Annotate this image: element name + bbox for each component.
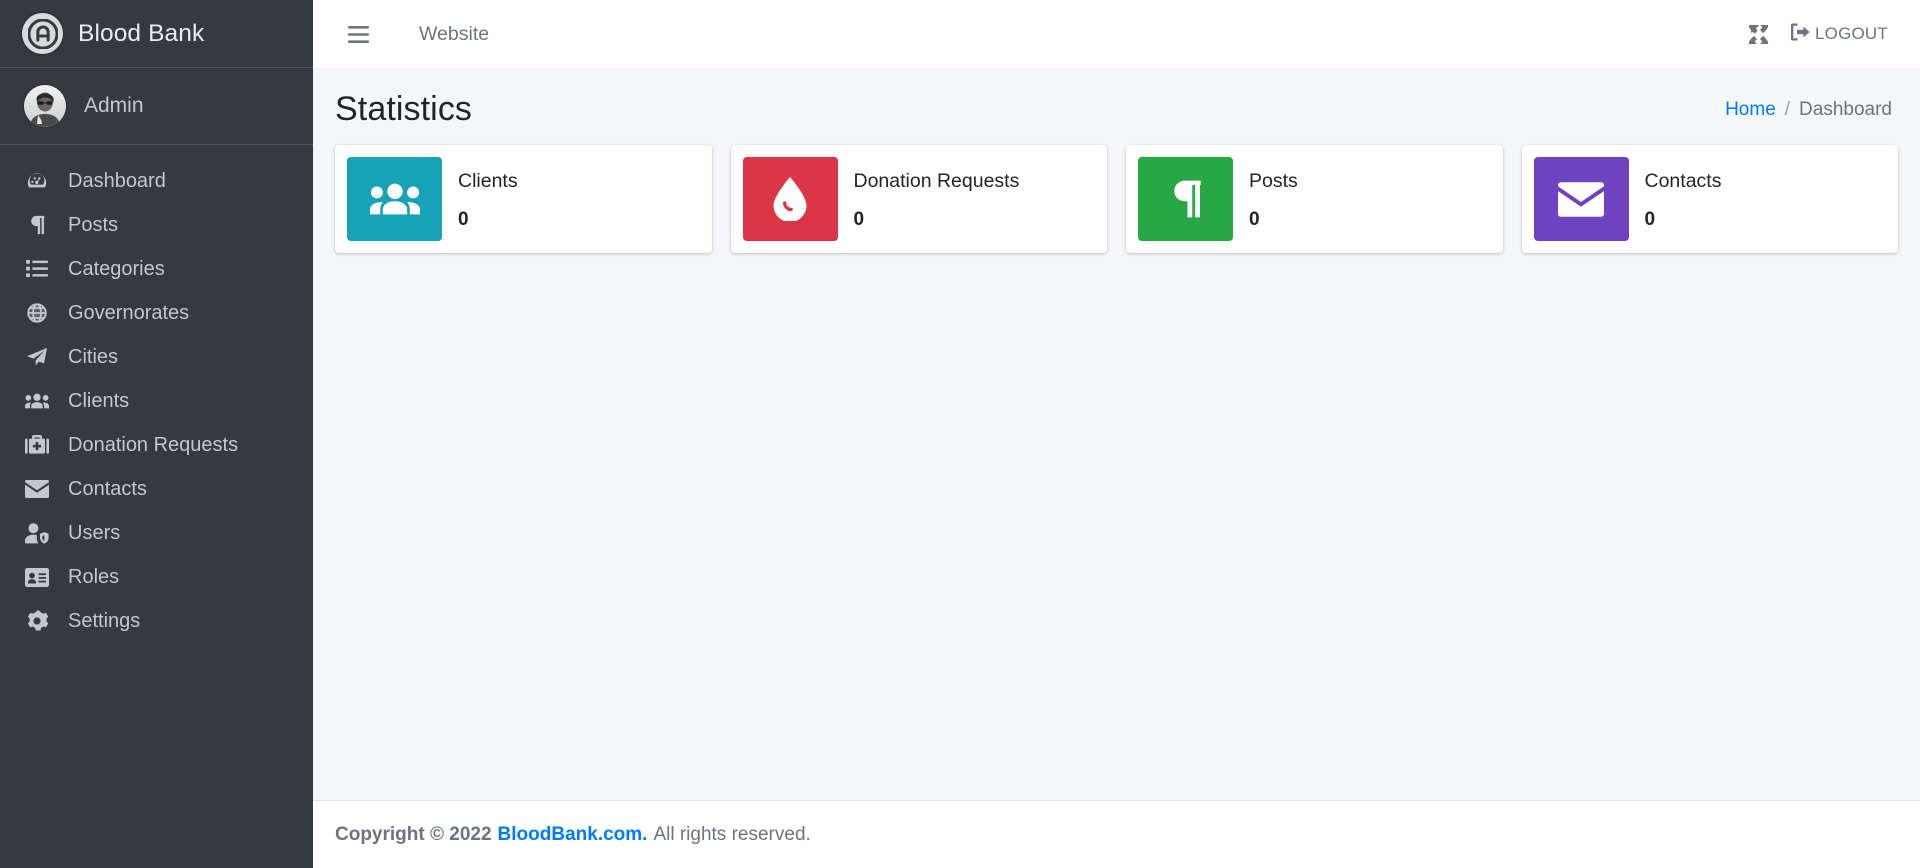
sidebar-item-governorates[interactable]: Governorates: [0, 291, 313, 335]
sidebar-item-label: Roles: [68, 566, 120, 588]
sidebar-item-label: Clients: [68, 390, 130, 412]
breadcrumb-current: Dashboard: [1799, 98, 1892, 120]
gear-icon: [24, 610, 50, 632]
stat-card-contacts[interactable]: Contacts 0: [1521, 145, 1898, 253]
sidebar-item-categories[interactable]: Categories: [0, 247, 313, 291]
pilcrow-icon: [24, 214, 50, 236]
expand-arrows-icon[interactable]: [1735, 13, 1781, 55]
blood-drop-icon: [773, 177, 807, 221]
sidebar-item-label: Users: [68, 522, 121, 544]
footer-rights: All rights reserved.: [653, 823, 811, 845]
envelope-icon: [1558, 181, 1604, 217]
sidebar-item-cities[interactable]: Cities: [0, 335, 313, 379]
avatar: [24, 85, 66, 127]
stat-value: 0: [853, 208, 865, 230]
sidebar-item-label: Categories: [68, 258, 165, 280]
breadcrumb-separator: /: [1784, 98, 1791, 120]
logout-label: LOGOUT: [1815, 24, 1888, 43]
stat-icon-tile: [347, 157, 442, 241]
id-card-icon: [24, 566, 50, 588]
content-header: Statistics Home / Dashboard: [313, 68, 1920, 139]
sidebar-item-dashboard[interactable]: Dashboard: [0, 159, 313, 203]
bloodbank-logo-icon: [22, 13, 63, 54]
user-shield-icon: [24, 522, 50, 544]
stat-icon-tile: [742, 157, 838, 241]
brand-link[interactable]: Blood Bank: [0, 0, 313, 68]
stat-card-donation-requests[interactable]: Donation Requests 0: [730, 145, 1107, 253]
sidebar-item-donation-requests[interactable]: Donation Requests: [0, 423, 313, 467]
list-icon: [24, 258, 50, 280]
footer: Copyright © 2022 BloodBank.com. All righ…: [313, 800, 1920, 868]
statistics-cards: Clients 0 Donation Requests 0 Posts 0 Co…: [313, 139, 1920, 253]
page-title: Statistics: [335, 90, 473, 128]
sidebar-item-label: Settings: [68, 610, 141, 632]
stat-label: Contacts: [1644, 169, 1722, 192]
sidebar-item-label: Contacts: [68, 478, 147, 500]
sign-out-icon: [1791, 22, 1810, 46]
stat-body: Contacts 0: [1645, 157, 1722, 241]
stat-card-clients[interactable]: Clients 0: [335, 145, 712, 253]
user-name: Admin: [84, 94, 144, 117]
top-navbar: Website LOGOUT: [313, 0, 1920, 68]
breadcrumb: Home / Dashboard: [1725, 99, 1892, 121]
paper-plane-icon: [24, 346, 50, 368]
stat-card-posts[interactable]: Posts 0: [1126, 145, 1503, 253]
footer-copyright: Copyright © 2022: [335, 823, 492, 845]
globe-icon: [24, 302, 50, 324]
hamburger-icon[interactable]: [337, 13, 379, 55]
sidebar-item-clients[interactable]: Clients: [0, 379, 313, 423]
briefcase-medical-icon: [24, 434, 50, 456]
footer-site-link[interactable]: BloodBank.com.: [498, 824, 648, 846]
users-icon: [24, 390, 50, 412]
sidebar-item-posts[interactable]: Posts: [0, 203, 313, 247]
users-icon: [369, 181, 420, 217]
sidebar-item-label: Donation Requests: [68, 434, 239, 456]
stat-icon-tile: [1533, 157, 1629, 241]
tachometer-icon: [24, 170, 50, 192]
sidebar-item-label: Governorates: [68, 302, 190, 324]
sidebar-nav: Dashboard Posts Categories Governorates …: [0, 145, 313, 643]
navbar-left: Website: [337, 13, 489, 55]
stat-body: Posts 0: [1249, 157, 1298, 241]
stat-value: 0: [1249, 208, 1260, 230]
stat-body: Clients 0: [458, 157, 518, 241]
sidebar-item-label: Dashboard: [68, 170, 166, 192]
breadcrumb-home[interactable]: Home: [1725, 99, 1776, 121]
content-wrapper: Website LOGOUT Statistics Home / Dashboa…: [313, 0, 1920, 868]
stat-body: Donation Requests 0: [854, 157, 1020, 241]
sidebar-item-contacts[interactable]: Contacts: [0, 467, 313, 511]
sidebar-item-users[interactable]: Users: [0, 511, 313, 555]
sidebar-item-label: Cities: [68, 346, 119, 368]
logout-button[interactable]: LOGOUT: [1781, 22, 1892, 46]
navbar-right: LOGOUT: [1735, 13, 1892, 55]
stat-label: Posts: [1249, 169, 1298, 192]
navbar-website-link[interactable]: Website: [419, 23, 489, 46]
app-root: Blood Bank Admin Dashboard Posts Categor…: [0, 0, 1920, 868]
pilcrow-icon: [1169, 177, 1203, 221]
stat-value: 0: [1644, 208, 1656, 230]
sidebar-item-label: Posts: [68, 214, 119, 236]
sidebar-item-settings[interactable]: Settings: [0, 599, 313, 643]
stat-icon-tile: [1138, 157, 1233, 241]
envelope-icon: [24, 478, 50, 500]
stat-value: 0: [458, 208, 469, 230]
user-panel[interactable]: Admin: [0, 68, 313, 145]
brand-title: Blood Bank: [78, 19, 205, 47]
stat-label: Clients: [458, 169, 518, 192]
sidebar-item-roles[interactable]: Roles: [0, 555, 313, 599]
sidebar: Blood Bank Admin Dashboard Posts Categor…: [0, 0, 313, 868]
content-body: [313, 253, 1920, 800]
stat-label: Donation Requests: [853, 169, 1020, 192]
